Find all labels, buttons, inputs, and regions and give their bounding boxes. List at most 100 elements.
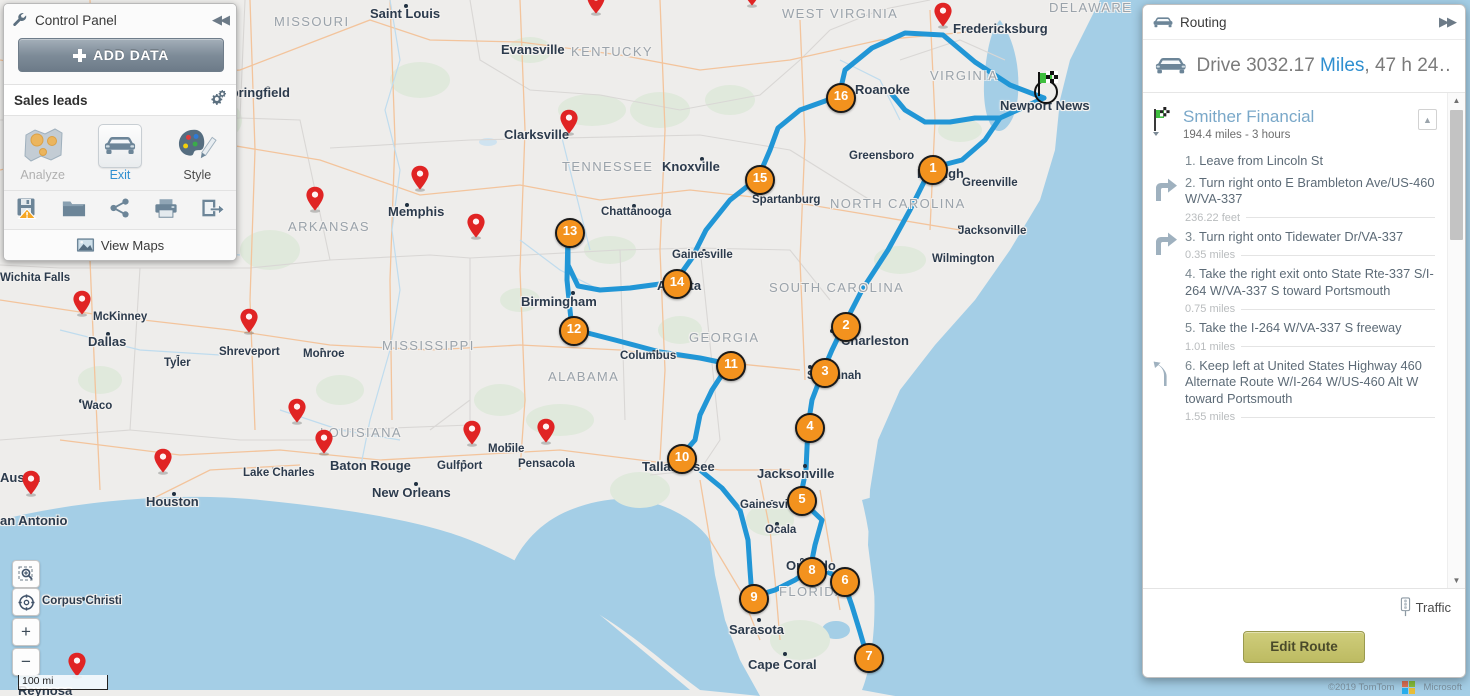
route-step[interactable]: 5. Take the I-264 W/VA-337 S freeway 1.01…: [1143, 315, 1447, 353]
route-step[interactable]: 4. Take the right exit onto State Rte-33…: [1143, 261, 1447, 315]
route-stop-marker[interactable]: 10: [667, 444, 697, 474]
map-pin-marker[interactable]: [586, 0, 606, 16]
tool-exit-label: Exit: [109, 168, 131, 182]
analyze-map-icon: [4, 122, 81, 168]
route-stop-marker[interactable]: 14: [662, 269, 692, 299]
route-stop-marker[interactable]: 13: [555, 218, 585, 248]
route-step-body: 5. Take the I-264 W/VA-337 S freeway 1.01…: [1185, 320, 1435, 353]
zoom-out-button[interactable]: −: [12, 648, 40, 676]
route-steps-body[interactable]: Smither Financial 194.4 miles - 3 hours …: [1143, 93, 1465, 588]
car-icon: [97, 124, 142, 168]
route-stop-marker[interactable]: 2: [831, 312, 861, 342]
route-stop-marker[interactable]: 6: [830, 567, 860, 597]
map-scale-label: 100 mi: [22, 675, 54, 687]
map-pin-marker[interactable]: [239, 308, 259, 335]
route-step[interactable]: 6. Keep left at United States Highway 46…: [1143, 353, 1447, 423]
map-pin-marker[interactable]: [462, 420, 482, 447]
map-pin-marker[interactable]: [742, 0, 762, 8]
map-pin-marker[interactable]: [536, 418, 556, 445]
tool-style-label: Style: [183, 168, 212, 182]
route-step[interactable]: 2. Turn right onto E Brambleton Ave/US-4…: [1143, 170, 1447, 224]
route-steps-scrollbar[interactable]: ▲ ▼: [1447, 93, 1465, 588]
map-pin-marker[interactable]: [466, 213, 486, 240]
route-step-number: 2.: [1185, 174, 1199, 190]
expand-right-icon[interactable]: ▶▶: [1439, 14, 1457, 30]
route-stop-marker[interactable]: 4: [795, 413, 825, 443]
route-finish-flag-marker[interactable]: [1030, 70, 1064, 109]
collapse-left-icon[interactable]: ◀◀: [212, 12, 230, 28]
export-icon[interactable]: [201, 197, 225, 224]
map-pin-marker[interactable]: [314, 429, 334, 456]
route-subtitle: 194.4 miles - 3 hours: [1183, 129, 1291, 141]
route-stop-marker[interactable]: 15: [745, 165, 775, 195]
route-summary-prefix: Drive 3032.17: [1196, 55, 1321, 76]
locate-icon: [17, 593, 35, 611]
zoom-in-button[interactable]: +: [12, 618, 40, 646]
route-step[interactable]: 1. Leave from Lincoln St: [1143, 148, 1447, 170]
layer-row-sales-leads[interactable]: Sales leads: [4, 84, 236, 116]
step-no-icon: [1149, 266, 1181, 315]
routing-panel[interactable]: Routing ▶▶ Drive 3032.17 Miles, 47 h 24…: [1142, 4, 1466, 678]
edit-route-button[interactable]: Edit Route: [1243, 631, 1365, 663]
route-step-distance: 0.35 miles: [1185, 249, 1435, 261]
layer-name: Sales leads: [14, 92, 88, 108]
route-steps-scrollarea: Smither Financial 194.4 miles - 3 hours …: [1143, 93, 1447, 588]
route-step-divider: [1246, 217, 1435, 218]
add-data-button[interactable]: ADD DATA: [18, 38, 224, 72]
zoom-out-label: −: [21, 652, 31, 671]
route-step-distance-value: 0.35 miles: [1185, 249, 1236, 261]
zoom-box-icon: [18, 566, 33, 581]
tool-style[interactable]: Style: [159, 122, 236, 186]
route-stop-marker[interactable]: 8: [797, 557, 827, 587]
route-stop-marker[interactable]: 7: [854, 643, 884, 673]
locate-button[interactable]: [12, 588, 40, 616]
view-maps-row[interactable]: View Maps: [4, 229, 236, 260]
route-step[interactable]: 3. Turn right onto Tidewater Dr/VA-337 0.…: [1143, 224, 1447, 261]
scroll-down-icon[interactable]: ▼: [1448, 573, 1465, 588]
zoom-in-label: +: [21, 622, 31, 641]
route-stop-marker[interactable]: 3: [810, 358, 840, 388]
save-warning-icon[interactable]: [15, 196, 39, 225]
print-icon[interactable]: [154, 197, 178, 224]
routing-panel-title: Routing: [1180, 14, 1227, 30]
route-step-text: 3. Turn right onto Tidewater Dr/VA-337: [1185, 228, 1404, 244]
scrollbar-thumb[interactable]: [1450, 110, 1463, 240]
map-pin-marker[interactable]: [153, 448, 173, 475]
route-step-distance: 1.55 miles: [1185, 411, 1435, 423]
map-pin-marker[interactable]: [559, 109, 579, 136]
tool-analyze-label: Analyze: [20, 168, 65, 182]
route-step-text: 5. Take the I-264 W/VA-337 S freeway: [1185, 320, 1402, 335]
route-stop-marker[interactable]: 16: [826, 83, 856, 113]
route-stop-marker[interactable]: 1: [918, 155, 948, 185]
scroll-up-icon[interactable]: ▲: [1448, 93, 1465, 108]
edit-route-label: Edit Route: [1270, 639, 1338, 654]
map-pin-marker[interactable]: [21, 470, 41, 497]
route-stop-marker[interactable]: 12: [559, 316, 589, 346]
route-stop-marker[interactable]: 11: [716, 351, 746, 381]
route-step-divider: [1241, 416, 1435, 418]
map-pin-marker[interactable]: [933, 2, 953, 29]
collapse-up-icon[interactable]: ▲: [1418, 109, 1437, 130]
control-panel-header: Control Panel ◀◀: [4, 4, 236, 36]
traffic-toggle[interactable]: Traffic: [1157, 597, 1451, 617]
share-icon[interactable]: [109, 197, 131, 224]
gear-icon[interactable]: [208, 89, 227, 111]
map-pin-marker[interactable]: [72, 290, 92, 317]
route-stop-marker[interactable]: 9: [739, 584, 769, 614]
tool-analyze[interactable]: Analyze: [4, 122, 81, 186]
map-pin-marker[interactable]: [305, 186, 325, 213]
route-step-divider: [1241, 308, 1435, 310]
control-panel[interactable]: Control Panel ◀◀ ADD DATA Sales leads An…: [3, 3, 237, 261]
route-title-row[interactable]: Smither Financial 194.4 miles - 3 hours …: [1143, 103, 1447, 148]
map-pin-marker[interactable]: [287, 398, 307, 425]
route-step-text: 2. Turn right onto E Brambleton Ave/US-4…: [1185, 174, 1435, 207]
route-summary-unit: Miles: [1320, 55, 1365, 76]
palette-icon: [159, 122, 236, 168]
route-step-text: 1. Leave from Lincoln St: [1185, 153, 1324, 168]
tool-exit[interactable]: Exit: [81, 122, 158, 186]
open-folder-icon[interactable]: [62, 197, 86, 224]
map-pin-marker[interactable]: [410, 165, 430, 192]
zoom-box-button[interactable]: [12, 560, 40, 588]
route-stop-marker[interactable]: 5: [787, 486, 817, 516]
route-summary[interactable]: Drive 3032.17 Miles, 47 h 24…: [1143, 40, 1465, 93]
